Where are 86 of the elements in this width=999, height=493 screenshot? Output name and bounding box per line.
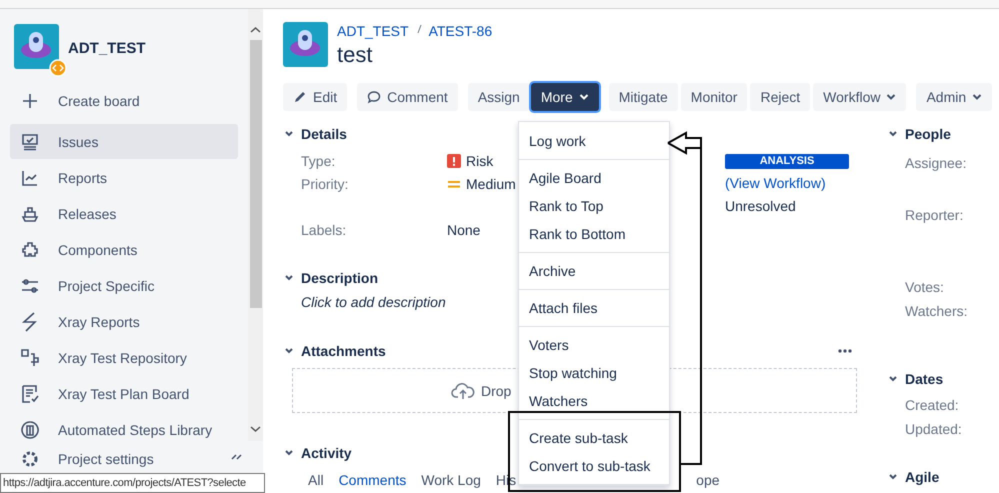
toolbar-button[interactable]: Comment [357, 83, 458, 111]
toolbar-button[interactable]: Monitor [680, 83, 748, 111]
menu-item[interactable]: Agile Board [519, 164, 669, 192]
menu-item[interactable]: Rank to Bottom [519, 220, 669, 248]
field-label: Created: [904, 396, 960, 415]
sidebar-item[interactable]: Create board [10, 83, 238, 119]
menu-item[interactable]: Attach files [519, 294, 669, 322]
field-label: Reporter: [904, 206, 964, 225]
toolbar-button[interactable]: Assign [468, 83, 530, 111]
menu-item[interactable]: Rank to Top [519, 192, 669, 220]
scrollbar-thumb[interactable] [250, 40, 262, 308]
field-label: Priority: [301, 176, 350, 192]
risk-type-icon [447, 154, 461, 168]
resolution-value: Unresolved [725, 197, 797, 216]
menu-item[interactable]: Voters [519, 331, 669, 359]
project-avatar-icon [283, 22, 328, 67]
sidebar-item[interactable]: Releases [10, 196, 238, 232]
speech-bubble-icon [367, 90, 382, 104]
sidebar-item[interactable]: Xray Test Repository [10, 340, 238, 376]
breadcrumb-link[interactable]: ADT_TEST [337, 23, 409, 39]
section-heading: Details [301, 126, 347, 142]
section-heading: People [905, 126, 951, 142]
sidebar-item[interactable]: Project Specific [10, 268, 238, 304]
tree-icon [20, 348, 40, 368]
toolbar-button[interactable]: Reject [750, 83, 810, 111]
field-label: Assignee: [904, 154, 968, 173]
sidebar-item[interactable]: Project settings [58, 451, 154, 467]
puzzle-icon [20, 240, 40, 260]
checklist-icon [20, 384, 40, 404]
section-heading: Agile [905, 469, 940, 485]
pencil-icon [293, 90, 307, 104]
section-heading: Description [301, 270, 378, 286]
plus-icon [20, 91, 40, 111]
monitor-icon [20, 132, 40, 152]
toolbar-button[interactable]: Mitigate [608, 83, 678, 111]
url-tooltip: https://adtjira.accenture.com/projects/ATEST?selecte [0, 473, 265, 493]
menu-item[interactable]: Stop watching [519, 359, 669, 387]
view-workflow-link[interactable]: (View Workflow) [725, 172, 849, 195]
drop-text: Drop [481, 382, 512, 398]
caret-icon [578, 93, 589, 101]
field-label: Labels: [301, 222, 348, 238]
description-prompt[interactable]: Click to add description [301, 291, 446, 313]
activity-tab[interactable]: Comments [338, 469, 406, 491]
activity-tab[interactable]: ope [696, 469, 720, 491]
caret-icon [886, 93, 896, 101]
field-label: Updated: [904, 420, 963, 439]
library-icon [20, 420, 40, 440]
sidebar-item[interactable]: Components [10, 232, 238, 268]
toolbar-button[interactable]: Workflow [813, 83, 906, 111]
status-badge: ANALYSIS [725, 154, 849, 169]
section-heading: Dates [905, 371, 944, 387]
breadcrumb-link[interactable]: ATEST-86 [428, 23, 492, 39]
bolt-icon [20, 312, 40, 332]
chart-icon [20, 168, 40, 188]
field-label: Type: [301, 152, 336, 168]
sidebar-item[interactable]: Issues [10, 124, 238, 159]
toolbar-button[interactable]: Admin [916, 83, 992, 111]
scrollbar[interactable] [248, 9, 263, 441]
project-name: ADT_TEST [68, 40, 146, 57]
activity-tab[interactable]: All [308, 469, 324, 491]
section-heading: Activity [301, 445, 352, 461]
menu-item[interactable]: Create sub-task [519, 424, 669, 452]
project-avatar-icon [14, 24, 67, 77]
cloud-upload-icon [451, 380, 475, 400]
sidebar-item[interactable]: Reports [10, 160, 238, 196]
toolbar-button[interactable]: Edit [283, 83, 348, 111]
field-label: Votes: [904, 278, 945, 297]
menu-item[interactable]: Watchers [519, 387, 669, 415]
toolbar-button[interactable]: More [530, 83, 599, 111]
caret-icon [972, 93, 982, 101]
activity-tab[interactable]: Work Log [421, 469, 481, 491]
sidebar-item[interactable]: Xray Reports [10, 304, 238, 340]
menu-item[interactable]: Log work [519, 127, 669, 155]
settings-icon [20, 449, 40, 469]
menu-item[interactable]: Convert to sub-task [519, 452, 669, 480]
sidebar-item[interactable]: Automated Steps Library [10, 412, 238, 448]
issue-title: test [337, 41, 374, 69]
sidebar-item[interactable]: Xray Test Plan Board [10, 376, 238, 412]
more-icon[interactable] [838, 349, 852, 353]
menu-item[interactable]: Archive [519, 257, 669, 285]
field-value: None [447, 222, 480, 238]
field-label: Watchers: [904, 302, 968, 321]
field-value: Medium [466, 176, 516, 192]
section-heading: Attachments [301, 343, 386, 359]
field-value: Risk [466, 152, 494, 168]
boat-icon [20, 204, 40, 224]
